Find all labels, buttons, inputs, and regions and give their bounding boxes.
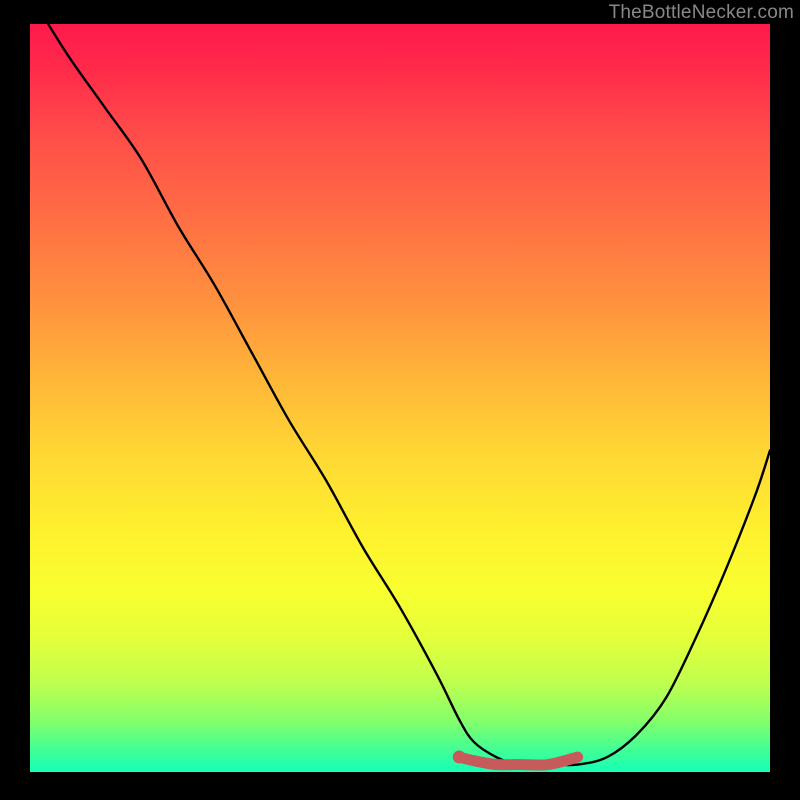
highlight-dot [453, 751, 466, 764]
plot-area [30, 24, 770, 772]
watermark-text: TheBottleNecker.com [609, 2, 794, 24]
bottleneck-curve [30, 24, 770, 765]
chart-frame: TheBottleNecker.com [0, 0, 800, 800]
chart-svg [30, 24, 770, 772]
highlight-band [459, 757, 577, 765]
